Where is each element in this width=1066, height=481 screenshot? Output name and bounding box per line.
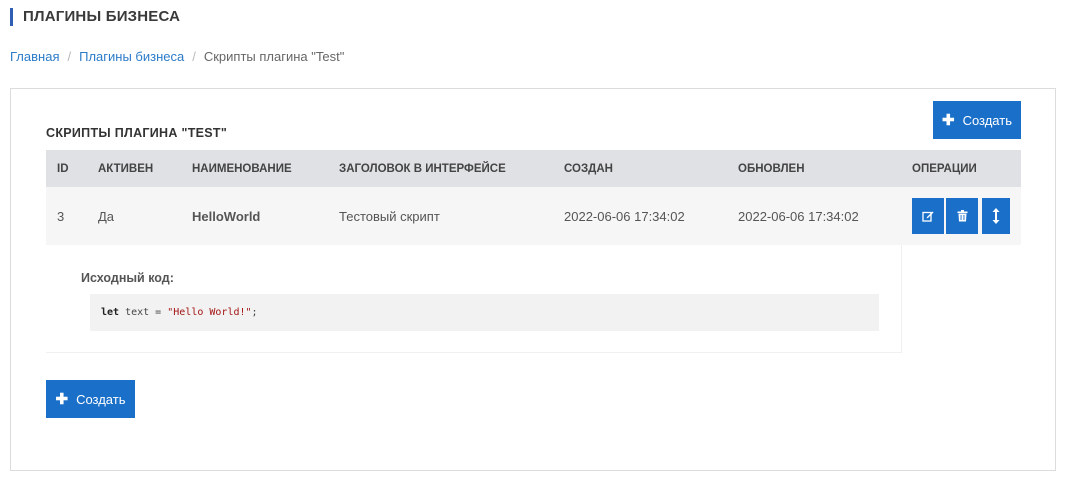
create-button-top[interactable]: ✚ Создать	[933, 101, 1021, 139]
cell-active: Да	[98, 208, 115, 224]
column-header-updated[interactable]: ОБНОВЛЕН	[738, 163, 805, 175]
page-title: ПЛАГИНЫ БИЗНЕСА	[10, 8, 180, 26]
breadcrumb-link-home[interactable]: Главная	[10, 49, 59, 65]
breadcrumb-separator: /	[192, 49, 196, 64]
plus-icon: ✚	[55, 390, 69, 408]
trash-icon	[957, 210, 967, 222]
table-header: ID АКТИВЕН НАИМЕНОВАНИЕ ЗАГОЛОВОК В ИНТЕ…	[46, 150, 1021, 187]
cell-id: 3	[57, 208, 65, 224]
section-title: СКРИПТЫ ПЛАГИНА "TEST"	[46, 126, 228, 140]
code-identifier: text =	[119, 307, 168, 318]
cell-updated: 2022-06-06 17:34:02	[738, 208, 859, 224]
create-button-label: Создать	[76, 391, 126, 407]
cell-name: HelloWorld	[192, 208, 261, 224]
row-detail: Исходный код: let text = "Hello World!";	[46, 245, 902, 353]
scripts-table: ID АКТИВЕН НАИМЕНОВАНИЕ ЗАГОЛОВОК В ИНТЕ…	[46, 150, 1021, 245]
table-row[interactable]: 3 Да HelloWorld Тестовый скрипт 2022-06-…	[46, 187, 1021, 245]
source-code-label: Исходный код:	[81, 271, 174, 285]
plus-icon: ✚	[942, 111, 955, 129]
column-header-active[interactable]: АКТИВЕН	[98, 163, 153, 175]
scripts-panel: ✚ Создать СКРИПТЫ ПЛАГИНА "TEST" ID АКТИ…	[10, 88, 1056, 471]
create-button-bottom[interactable]: ✚ Создать	[46, 380, 135, 418]
edit-icon	[922, 211, 934, 222]
breadcrumb: Главная / Плагины бизнеса / Скрипты плаг…	[10, 49, 344, 65]
row-operations	[912, 198, 1010, 234]
column-header-ui-title[interactable]: ЗАГОЛОВОК В ИНТЕРФЕЙСЕ	[339, 163, 506, 175]
edit-button[interactable]	[912, 198, 944, 234]
code-string: "Hello World!"	[167, 307, 252, 318]
cell-ui-title: Тестовый скрипт	[339, 208, 440, 224]
column-header-id[interactable]: ID	[57, 163, 69, 175]
delete-button[interactable]	[946, 198, 978, 234]
cell-created: 2022-06-06 17:34:02	[564, 208, 685, 224]
source-code-block: let text = "Hello World!";	[90, 294, 879, 331]
expand-vertical-icon	[992, 208, 1000, 224]
column-header-name[interactable]: НАИМЕНОВАНИЕ	[192, 163, 292, 175]
code-keyword: let	[101, 307, 120, 318]
column-header-created[interactable]: СОЗДАН	[564, 163, 613, 175]
breadcrumb-separator: /	[67, 49, 72, 64]
expand-button[interactable]	[982, 198, 1010, 234]
breadcrumb-current: Скрипты плагина "Test"	[203, 49, 345, 64]
create-button-label: Создать	[962, 112, 1012, 128]
code-tail: ;	[251, 307, 258, 318]
breadcrumb-link-plugins[interactable]: Плагины бизнеса	[79, 49, 184, 65]
column-header-operations: ОПЕРАЦИИ	[912, 162, 977, 175]
